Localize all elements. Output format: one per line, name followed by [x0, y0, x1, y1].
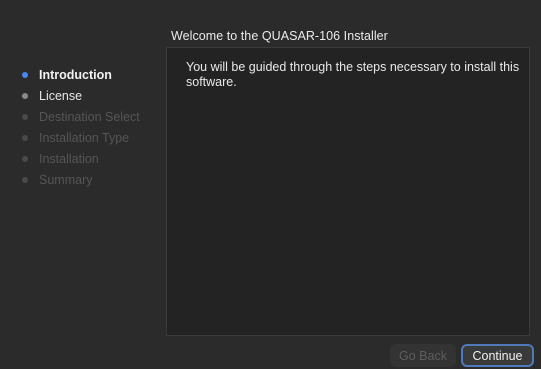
sidebar-step-license: License	[22, 85, 162, 106]
sidebar-step-label: Installation	[39, 151, 99, 166]
step-indicator-icon	[22, 113, 28, 120]
sidebar-step-label: Destination Select	[39, 109, 140, 124]
sidebar-step-introduction: Introduction	[22, 64, 162, 85]
sidebar-step-label: Installation Type	[39, 130, 130, 145]
introduction-text: You will be guided through the steps nec…	[186, 60, 520, 89]
sidebar-step-destination-select: Destination Select	[22, 106, 162, 127]
continue-button[interactable]: Continue	[461, 344, 534, 367]
installer-title: Welcome to the QUASAR-106 Installer	[171, 29, 388, 43]
step-indicator-icon	[22, 92, 28, 99]
sidebar-step-label: Introduction	[39, 67, 112, 82]
sidebar-step-label: Summary	[39, 172, 93, 187]
installer-steps-sidebar: Introduction License Destination Select …	[22, 64, 162, 190]
sidebar-step-label: License	[39, 88, 83, 103]
sidebar-step-summary: Summary	[22, 169, 162, 190]
step-indicator-icon	[22, 155, 28, 162]
step-indicator-icon	[22, 176, 28, 183]
sidebar-step-installation-type: Installation Type	[22, 127, 162, 148]
step-indicator-icon	[22, 134, 28, 141]
installer-window: Welcome to the QUASAR-106 Installer Intr…	[0, 0, 541, 369]
current-step-indicator-icon	[22, 71, 28, 78]
go-back-button[interactable]: Go Back	[390, 344, 456, 367]
content-pane[interactable]: You will be guided through the steps nec…	[166, 47, 530, 336]
sidebar-step-installation: Installation	[22, 148, 162, 169]
